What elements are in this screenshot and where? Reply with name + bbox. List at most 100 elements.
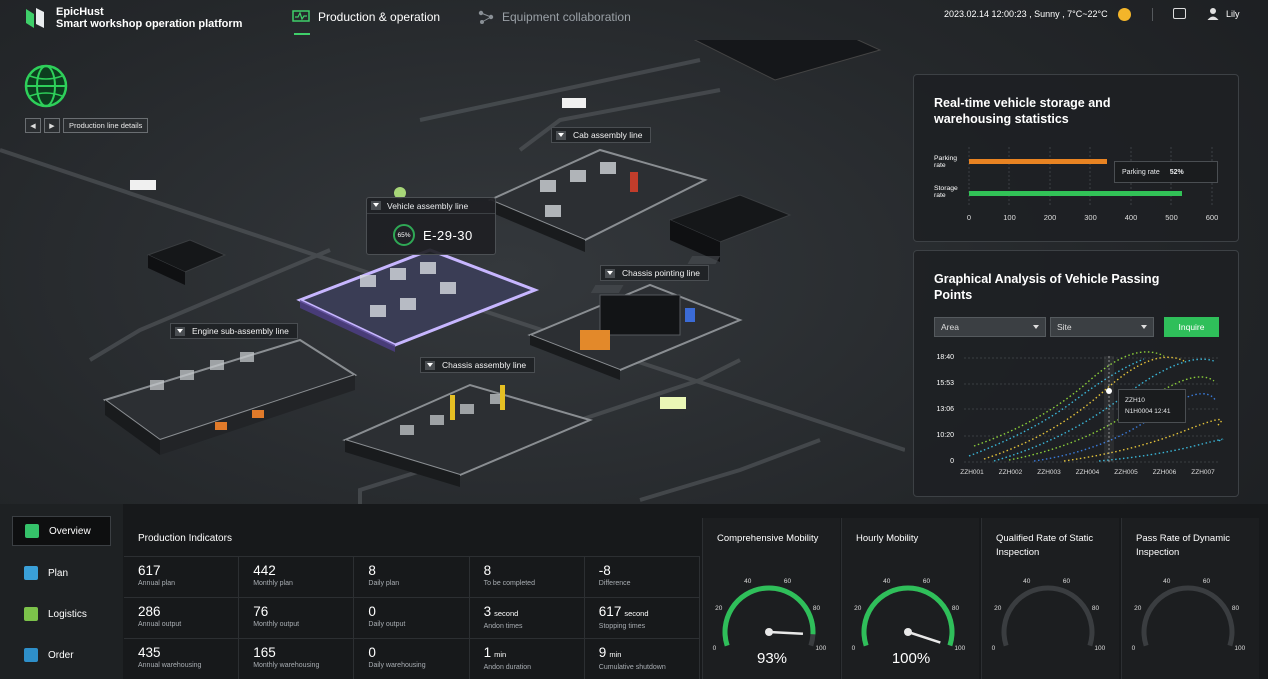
indicator-number: 1 — [483, 645, 492, 660]
line-label-text: Chassis assembly line — [442, 360, 527, 370]
user-icon[interactable] — [1207, 7, 1219, 20]
indicator-label: To be completed — [483, 580, 535, 587]
x-tick-label: 100 — [1003, 213, 1016, 222]
line-label-chassis-pointing[interactable]: Chassis pointing line — [600, 265, 709, 281]
dropdown-arrow-icon — [175, 326, 185, 336]
production-line-details-button[interactable]: Production line details — [63, 118, 149, 133]
gauge-tick-label: 40 — [1163, 577, 1171, 585]
progress-ring: 65% — [393, 224, 415, 246]
overview-icon — [25, 524, 39, 538]
gauge-tick-label: 100 — [1094, 644, 1106, 652]
indicator-label: Monthly warehousing — [253, 662, 320, 669]
indicator-value: 435 — [138, 645, 238, 660]
x-tick-label: 600 — [1205, 213, 1219, 222]
indicator-number: 8 — [483, 563, 492, 578]
indicator-label: Daily plan — [368, 580, 400, 587]
gauge-hub — [904, 628, 912, 636]
indicator-label: Andon times — [483, 623, 523, 630]
vehicle-assembly-callout[interactable]: Vehicle assembly line 65% E-29-30 — [366, 197, 496, 255]
line-label-engine[interactable]: Engine sub-assembly line — [170, 323, 298, 339]
gauge-dial — [1001, 585, 1095, 647]
parking-rate-tooltip: Parking rate 52% — [1114, 161, 1218, 183]
sidebar-item-plan[interactable]: Plan — [12, 558, 111, 588]
brand-subtitle: Smart workshop operation platform — [56, 18, 243, 30]
active-tab-indicator — [294, 33, 310, 35]
globe-icon[interactable] — [22, 62, 70, 110]
gauge-tick-label: 60 — [783, 577, 792, 585]
indicator-value: 286 — [138, 604, 238, 619]
indicator-unit: second — [494, 609, 519, 618]
next-button[interactable]: ▶ — [44, 118, 60, 133]
tab-production-operation[interactable]: Production & operation — [292, 10, 440, 24]
header-divider — [1152, 8, 1153, 21]
gauge-track — [1001, 585, 1095, 647]
indicator-number: 165 — [253, 645, 276, 660]
gauge-track — [722, 585, 816, 647]
indicator-cell: 286 Annual output — [124, 597, 240, 638]
indicator-value: 617 second — [599, 604, 699, 621]
x-tick-label: 500 — [1165, 213, 1178, 222]
callout-code: E-29-30 — [423, 228, 473, 243]
line-label-cab[interactable]: Cab assembly line — [551, 127, 652, 143]
indicator-value: 3 second — [484, 604, 584, 621]
gauge-tick-label: 20 — [994, 605, 1002, 612]
indicator-label: Daily output — [368, 621, 406, 628]
logistics-icon — [24, 607, 38, 621]
factory-scene — [0, 40, 905, 520]
gauge-tick-label: 60 — [922, 577, 931, 585]
indicator-value: 0 — [368, 645, 468, 660]
user-name[interactable]: Lily — [1226, 9, 1240, 19]
indicator-unit: min — [609, 650, 622, 659]
indicator-number: -8 — [598, 563, 611, 578]
indicator-label: Monthly output — [253, 621, 300, 628]
sidebar: Overview Plan Logistics Order — [0, 504, 123, 679]
tooltip-line1: ZZH10 — [1125, 397, 1145, 404]
indicator-value: 442 — [253, 563, 353, 578]
indicator-cell: 76 Monthly output — [239, 597, 355, 638]
indicator-cell: 617 Annual plan — [124, 556, 240, 597]
order-icon — [24, 648, 38, 662]
gauge-tick-label: 40 — [744, 577, 752, 585]
dashboard: Cab assembly line Chassis pointing line … — [0, 0, 1268, 679]
indicator-number: 617 — [138, 563, 161, 578]
x-tick-label: 300 — [1084, 213, 1097, 222]
sidebar-item-order[interactable]: Order — [12, 640, 111, 670]
indicator-cell: 8 Daily plan — [354, 556, 470, 597]
datetime-weather: 2023.02.14 12:00:23 , Sunny , 7°C~22°C — [944, 9, 1108, 19]
indicator-value: 1 min — [484, 645, 584, 662]
dropdown-arrow-icon — [371, 201, 381, 210]
bar-label-storage: Storage rate — [934, 185, 958, 199]
sidebar-item-overview[interactable]: Overview — [12, 516, 111, 546]
indicator-cell: -8 Difference — [584, 556, 700, 597]
prev-button[interactable]: ◀ — [25, 118, 41, 133]
storage-rate-bar — [969, 191, 1182, 196]
indicator-label: Cumulative shutdown — [598, 664, 666, 671]
indicator-value: 165 — [253, 645, 353, 660]
indicator-value: -8 — [599, 563, 699, 578]
indicator-value: 9 min — [599, 645, 699, 662]
line-label-chassis-assembly[interactable]: Chassis assembly line — [420, 357, 536, 373]
brand-logo-icon — [26, 8, 44, 28]
message-icon[interactable] — [1173, 8, 1186, 19]
gauge-card: Qualified Rate of Static Inspection 0 20 40… — [981, 518, 1119, 679]
monitor-icon — [292, 10, 310, 22]
sidebar-item-label: Plan — [48, 567, 69, 579]
plan-icon — [24, 566, 38, 580]
gauge-card: Hourly Mobility 0 20 40 60 80 100 100% — [841, 518, 979, 679]
gauge-tick-label: 60 — [1062, 577, 1071, 585]
gauge-fill — [861, 585, 955, 647]
sidebar-item-logistics[interactable]: Logistics — [12, 599, 111, 629]
gauge-value: 100% — [891, 650, 931, 667]
tab-equipment-collaboration[interactable]: Equipment collaboration — [478, 10, 631, 24]
gauge-card: Comprehensive Mobility 0 20 40 60 80 100 93% — [702, 518, 840, 679]
indicator-number: 286 — [138, 604, 161, 619]
gauge-tick-label: 100 — [1234, 644, 1246, 652]
dropdown-arrow-icon — [425, 360, 435, 370]
gauge-hub — [765, 628, 773, 636]
tooltip-value: 52% — [1169, 168, 1184, 176]
indicator-label: Difference — [598, 580, 631, 587]
indicator-number: 617 — [598, 604, 622, 619]
indicator-cell: 0 Daily warehousing — [354, 638, 470, 679]
storage-statistics-panel: Real-time vehicle storage and warehousin… — [913, 74, 1239, 242]
line-label-text: Chassis pointing line — [622, 268, 700, 278]
